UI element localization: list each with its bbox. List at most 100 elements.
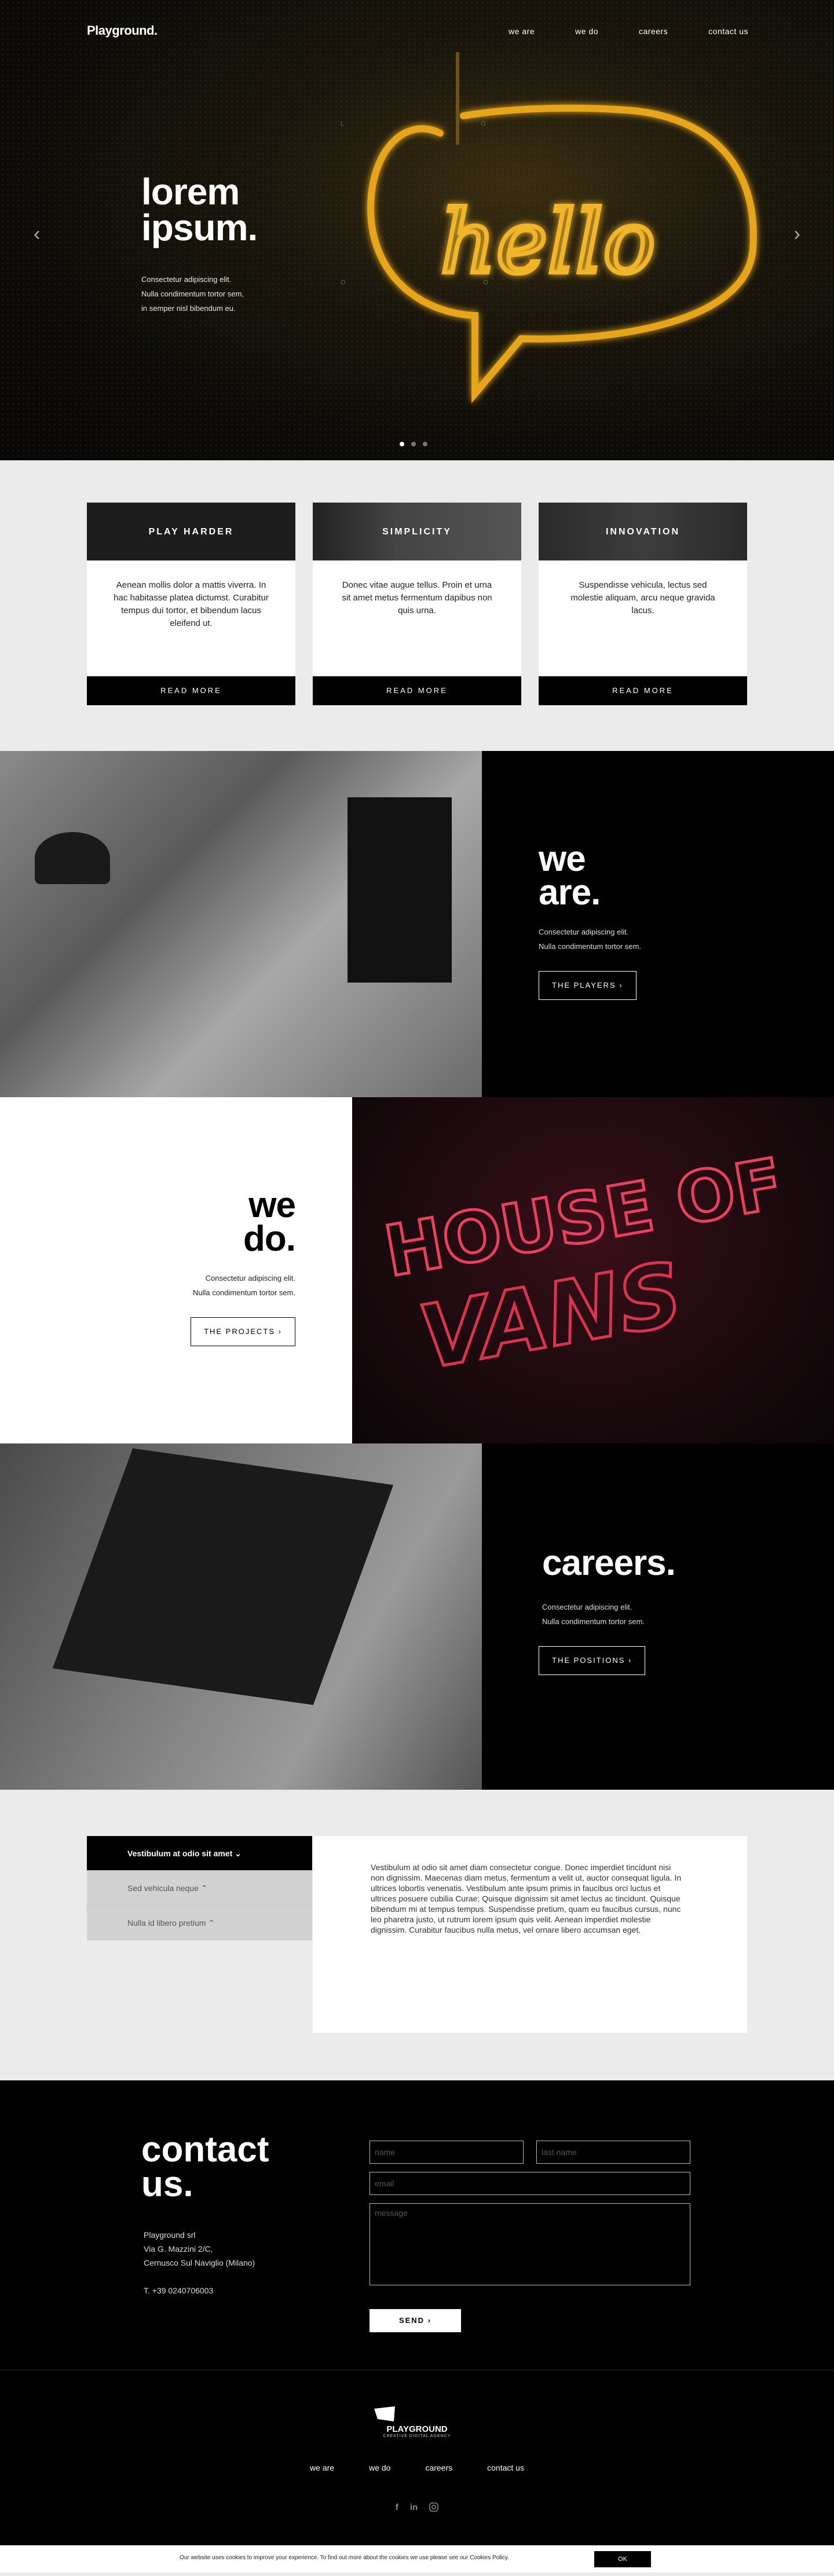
button-label: SEND (398, 2316, 425, 2325)
instagram-icon[interactable] (429, 2502, 438, 2514)
the-positions-button[interactable]: THE POSITIONS › (539, 1646, 646, 1675)
careers-section: careers. Consectetur adipiscing elit. Nu… (0, 1443, 834, 1790)
we-are-section: we are. Consectetur adipiscing elit. Nul… (0, 751, 834, 1097)
chevron-right-icon: › (278, 1327, 282, 1336)
we-do-title-line: we (248, 1185, 296, 1225)
footer-logo-name: PLAYGROUND (386, 2424, 448, 2434)
footer: PLAYGROUND CREATIVE DIGITAL AGENCY we ar… (0, 2370, 834, 2573)
hero-decor-letter: L (341, 120, 346, 127)
social-links: f in (0, 2502, 834, 2514)
accordion-item[interactable]: Sed vehicula neque ⌃ (87, 1871, 312, 1906)
slider-next-arrow-icon[interactable]: › (794, 223, 800, 245)
address-line: Via G. Mazzini 2/C, (144, 2244, 213, 2253)
hero-title: lorem ipsum. (141, 171, 258, 248)
accordion-item[interactable]: Nulla id libero pretium ⌃ (87, 1906, 312, 1940)
careers-panel: careers. Consectetur adipiscing elit. Nu… (482, 1443, 834, 1790)
name-field[interactable] (370, 2141, 524, 2164)
we-are-subtitle: Consectetur adipiscing elit. Nulla condi… (539, 925, 641, 954)
read-more-button[interactable]: READ MORE (539, 676, 747, 705)
the-projects-button[interactable]: THE PROJECTS › (191, 1317, 295, 1346)
message-field[interactable] (370, 2203, 690, 2285)
foosball-table-photo (0, 1443, 482, 1790)
feature-card-text: Aenean mollis dolor a mattis viverra. In… (114, 580, 269, 628)
site-logo[interactable]: Playground. (87, 23, 158, 38)
feature-card-simplicity: SIMPLICITY Donec vitae augue tellus. Pro… (313, 503, 521, 705)
we-do-panel: we do. Consectetur adipiscing elit. Null… (0, 1097, 352, 1443)
footer-logo-tagline: CREATIVE DIGITAL AGENCY (383, 2434, 451, 2438)
slider-prev-arrow-icon[interactable]: ‹ (34, 223, 40, 245)
footer-link-contact-us[interactable]: contact us (487, 2463, 524, 2472)
hero-subtitle-line: Nulla condimentum tortor sem, (141, 290, 244, 298)
hero-subtitle-line: Consectetur adipiscing elit. (141, 275, 232, 284)
button-label: THE PLAYERS (552, 981, 616, 990)
email-field[interactable] (370, 2172, 690, 2195)
hero-subtitle-line: in semper nisl bibendum eu. (141, 304, 236, 313)
accordion-section: Vestibulum at odio sit amet ⌄ Sed vehicu… (0, 1790, 834, 2080)
hero-title-line: ipsum. (141, 207, 258, 248)
we-are-title: we are. (539, 839, 601, 913)
contact-title-line: contact (141, 2130, 269, 2170)
footer-link-careers[interactable]: careers (425, 2463, 452, 2472)
read-more-button[interactable]: READ MORE (87, 676, 295, 705)
neon-hello-sign: hello (367, 52, 757, 404)
send-button[interactable]: SEND › (370, 2309, 461, 2332)
office-photo (0, 751, 482, 1097)
we-do-subtitle: Consectetur adipiscing elit. Nulla condi… (193, 1271, 295, 1300)
monitor-shape (348, 797, 452, 983)
nav-link-we-are[interactable]: we are (509, 27, 535, 36)
careers-subtitle-line: Nulla condimentum tortor sem. (542, 1617, 645, 1626)
chevron-down-icon: ⌄ (235, 1849, 242, 1858)
address-line: Playground srl (144, 2230, 196, 2240)
nav-link-careers[interactable]: careers (639, 27, 668, 36)
facebook-icon[interactable]: f (396, 2502, 398, 2514)
footer-link-we-are[interactable]: we are (310, 2463, 334, 2472)
we-are-title-line: are. (539, 873, 601, 913)
careers-subtitle: Consectetur adipiscing elit. Nulla condi… (542, 1600, 645, 1629)
lamp-shape (35, 832, 110, 884)
neon-hello-letters: hello (440, 192, 656, 293)
footer-link-we-do[interactable]: we do (369, 2463, 390, 2472)
we-are-subtitle-line: Nulla condimentum tortor sem. (539, 942, 642, 951)
chevron-right-icon: › (628, 1656, 632, 1665)
contact-title-line: us. (141, 2164, 193, 2204)
neon-sign-graphic: HOUSE OF VANS (378, 1142, 791, 1391)
we-are-title-line: we (539, 839, 586, 879)
linkedin-icon[interactable]: in (410, 2502, 418, 2514)
accordion: Vestibulum at odio sit amet ⌄ Sed vehicu… (87, 1836, 312, 1940)
we-do-subtitle-line: Consectetur adipiscing elit. (205, 1274, 295, 1282)
hero-title-line: lorem (141, 171, 240, 212)
feature-card-header: PLAY HARDER (87, 503, 295, 560)
feature-card-title: INNOVATION (605, 527, 681, 537)
we-are-panel: we are. Consectetur adipiscing elit. Nul… (482, 751, 834, 1097)
nav-link-we-do[interactable]: we do (575, 27, 598, 36)
we-do-subtitle-line: Nulla condimentum tortor sem. (192, 1288, 295, 1297)
hero-subtitle: Consectetur adipiscing elit. Nulla condi… (141, 272, 292, 316)
accordion-item-active[interactable]: Vestibulum at odio sit amet ⌄ (87, 1836, 312, 1871)
slider-dot[interactable] (411, 442, 416, 446)
chevron-right-icon: › (619, 981, 623, 990)
careers-subtitle-line: Consectetur adipiscing elit. (542, 1603, 632, 1611)
cookie-ok-button[interactable]: OK (594, 2551, 651, 2567)
we-do-title: we do. (243, 1185, 296, 1257)
top-nav: Playground. we are we do careers contact… (0, 0, 834, 63)
the-players-button[interactable]: THE PLAYERS › (539, 971, 637, 1000)
last-name-field[interactable] (536, 2141, 690, 2164)
feature-card-header: SIMPLICITY (313, 503, 521, 560)
phone-number: T. +39 0240706003 (144, 2286, 214, 2295)
careers-title: careers. (542, 1543, 676, 1583)
address-line: Cernusco Sul Naviglio (Milano) (144, 2258, 255, 2267)
slider-dot[interactable] (423, 442, 427, 446)
button-label: THE PROJECTS (204, 1327, 276, 1336)
slider-dot[interactable] (400, 442, 404, 446)
accordion-content: Vestibulum at odio sit amet diam consect… (313, 1836, 747, 2033)
company-address: Playground srl Via G. Mazzini 2/C, Cernu… (144, 2228, 255, 2297)
hero-decor-letter: O (481, 120, 487, 127)
footer-logo-mark-icon (374, 2406, 395, 2421)
chevron-right-icon: › (427, 2316, 432, 2325)
read-more-button[interactable]: READ MORE (313, 676, 521, 705)
nav-links: we are we do careers contact us (509, 27, 748, 36)
cookie-banner: Our website uses cookies to improve your… (0, 2545, 834, 2573)
accordion-item-label: Sed vehicula neque (127, 1884, 199, 1893)
footer-logo[interactable]: PLAYGROUND CREATIVE DIGITAL AGENCY (374, 2406, 460, 2438)
nav-link-contact-us[interactable]: contact us (708, 27, 748, 36)
